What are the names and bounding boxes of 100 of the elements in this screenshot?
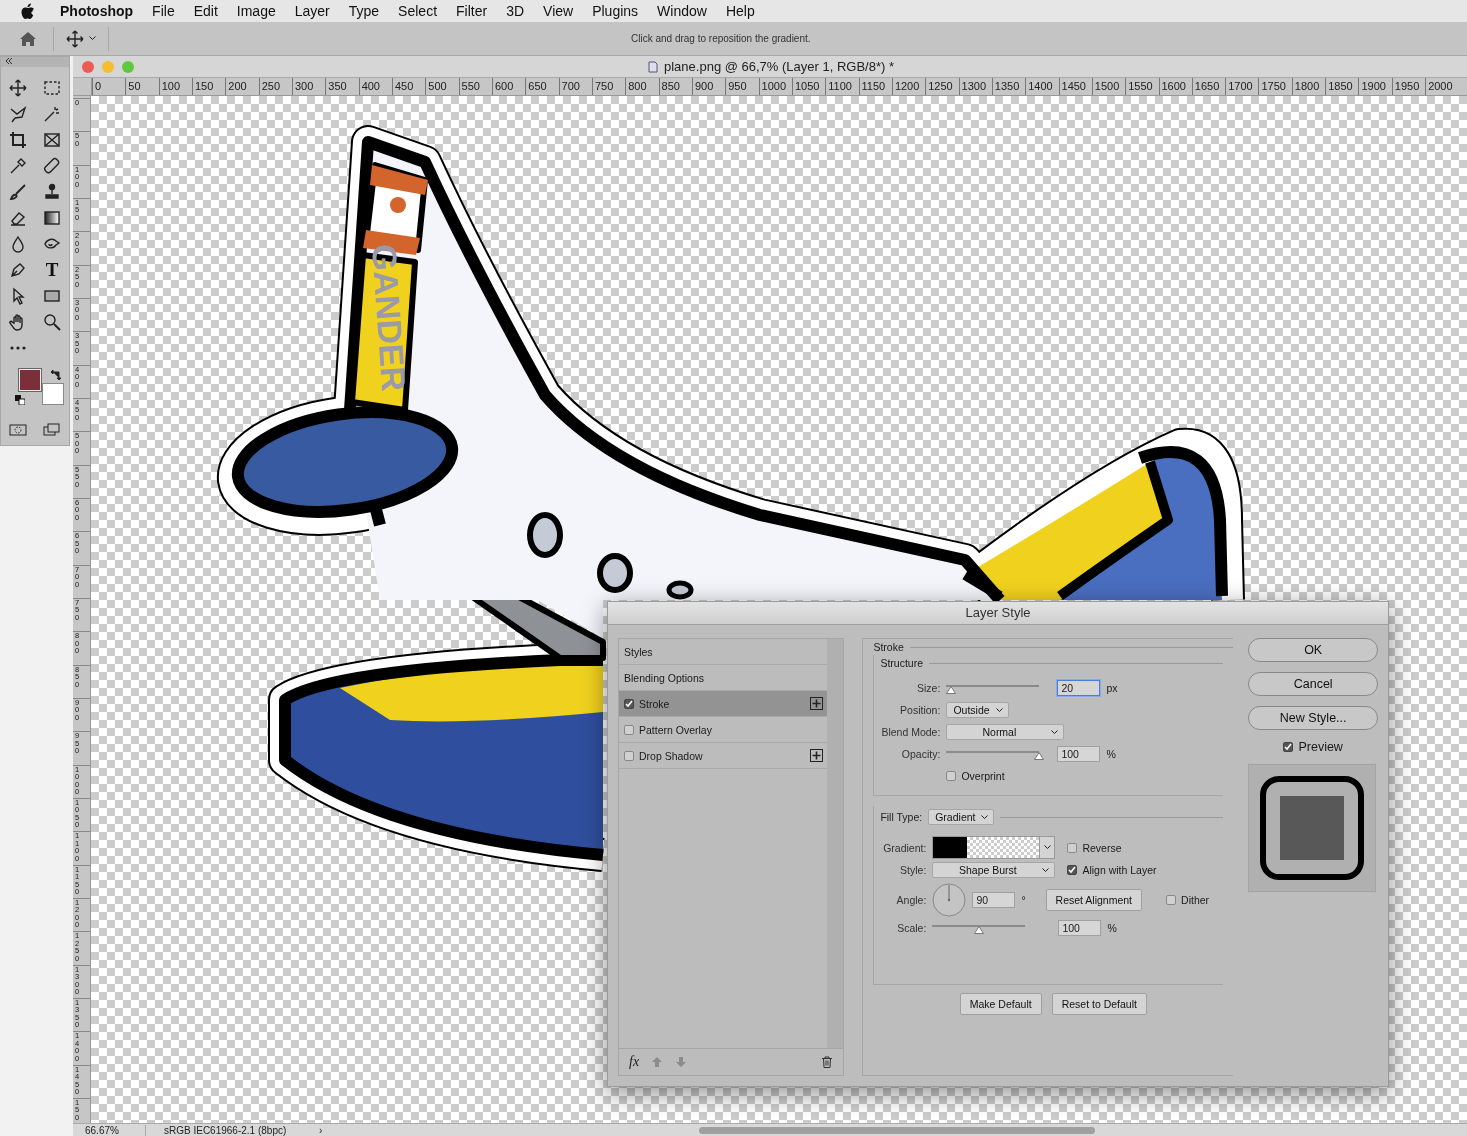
zoom-tool-icon[interactable]	[43, 313, 61, 331]
brush-tool-icon[interactable]	[9, 183, 27, 201]
dialog-button[interactable]: New Style...	[1248, 706, 1378, 730]
ruler-label: 0	[92, 78, 126, 95]
crop-tool-icon[interactable]	[9, 131, 27, 149]
marquee-tool-icon[interactable]	[43, 79, 61, 97]
menu-item[interactable]: Plugins	[592, 3, 639, 19]
ruler-label: 550	[458, 78, 492, 95]
eyedropper-tool-icon[interactable]	[9, 157, 27, 175]
make-default-button[interactable]: Make Default	[959, 993, 1042, 1015]
fill-type-dropdown[interactable]: Gradient	[928, 809, 995, 825]
lasso-tool-icon[interactable]	[9, 105, 27, 123]
ruler-label: 1700	[1225, 78, 1259, 95]
number-field[interactable]: 100	[1058, 920, 1102, 936]
menu-item[interactable]: File	[152, 3, 175, 19]
ruler-label: 950	[725, 78, 759, 95]
number-field[interactable]: 90	[972, 892, 1016, 908]
type-tool-icon[interactable]: T	[45, 261, 59, 279]
slider-thumb[interactable]	[1034, 752, 1045, 760]
menu-item[interactable]: Select	[398, 3, 438, 19]
checkbox[interactable]	[1283, 742, 1294, 752]
gradient-tool-icon[interactable]	[43, 209, 61, 227]
number-field[interactable]: 20	[1057, 680, 1101, 696]
reset-alignment-button[interactable]: Reset Alignment	[1045, 889, 1143, 911]
move-tool-icon[interactable]	[66, 29, 84, 48]
foreground-color-swatch[interactable]	[19, 369, 41, 391]
eraser-tool-icon[interactable]	[9, 209, 27, 227]
wand-tool-icon[interactable]	[43, 105, 61, 123]
ruler-label: 200	[225, 78, 259, 95]
style-dropdown[interactable]: Shape Burst	[932, 862, 1056, 878]
number-field[interactable]: 100	[1057, 746, 1101, 762]
app-menu[interactable]: Photoshop	[60, 3, 134, 19]
menu-item[interactable]: Help	[725, 3, 755, 19]
menu-item[interactable]: Window	[657, 3, 707, 19]
style-list-item[interactable]: Stroke	[619, 691, 828, 717]
field-label: Blend Mode:	[880, 726, 941, 738]
slider[interactable]	[946, 683, 1040, 693]
swap-colors-icon[interactable]	[51, 369, 62, 380]
move-tool-icon[interactable]	[9, 79, 27, 97]
checkbox[interactable]	[1166, 895, 1177, 905]
background-color-swatch[interactable]	[42, 383, 64, 405]
menu-item[interactable]: Layer	[294, 3, 330, 19]
gradient-picker[interactable]	[932, 836, 1056, 859]
trash-icon[interactable]	[821, 1056, 834, 1068]
screen-mode-icon[interactable]	[43, 421, 61, 439]
position-dropdown[interactable]: Outside	[946, 702, 1009, 718]
zoom-level[interactable]: 66.67%	[73, 1124, 145, 1136]
menu-item[interactable]: Image	[236, 3, 276, 19]
apple-logo-icon[interactable]	[20, 2, 35, 20]
bandage-tool-icon[interactable]	[43, 157, 61, 175]
ruler-label: 150	[192, 78, 226, 95]
ruler-label: 1000	[758, 78, 792, 95]
checkbox[interactable]	[624, 724, 634, 735]
menu-item[interactable]: Type	[348, 3, 380, 19]
ruler-label: 1950	[1391, 78, 1426, 95]
fx-menu-button[interactable]: fx	[629, 1054, 640, 1070]
drop-tool-icon[interactable]	[9, 235, 27, 253]
field-label: Scale:	[896, 922, 927, 934]
pen-tool-icon[interactable]	[9, 261, 27, 279]
home-icon[interactable]	[19, 30, 37, 47]
checkbox[interactable]	[946, 771, 957, 781]
collapse-icon[interactable]	[5, 58, 13, 64]
scrollbar-thumb[interactable]	[699, 1126, 1095, 1134]
checkbox[interactable]	[1067, 842, 1078, 853]
ruler-label: 450	[391, 78, 426, 95]
dialog-button[interactable]: OK	[1248, 638, 1378, 662]
add-icon[interactable]	[810, 749, 824, 762]
style-list-item[interactable]: Drop Shadow	[619, 743, 828, 769]
frame-tool-icon[interactable]	[43, 131, 61, 149]
checkbox[interactable]	[1067, 865, 1078, 875]
ruler-label: 350	[325, 78, 359, 95]
dialog-button[interactable]: Cancel	[1248, 672, 1378, 696]
default-colors-icon[interactable]	[15, 395, 25, 405]
menu-item[interactable]: Filter	[456, 3, 488, 19]
dialog-title: Layer Style	[608, 602, 1388, 625]
slider[interactable]	[932, 923, 1026, 933]
quick-mask-icon[interactable]	[9, 421, 27, 439]
style-list-item[interactable]: Pattern Overlay	[619, 717, 828, 743]
menu-item[interactable]: Edit	[193, 3, 218, 19]
unit-label: px	[1106, 682, 1118, 694]
add-icon[interactable]	[810, 697, 824, 710]
menu-item[interactable]: 3D	[506, 3, 525, 19]
ruler-label: 1500	[1091, 78, 1126, 95]
field-label: Size:	[916, 682, 941, 694]
reset-to-default-button[interactable]: Reset to Default	[1051, 993, 1147, 1015]
rect-tool-icon[interactable]	[43, 287, 61, 305]
ruler-label: 100	[158, 78, 192, 95]
ruler-label: 1150	[858, 78, 892, 95]
checkbox[interactable]	[624, 698, 634, 709]
field-label: Opacity:	[900, 748, 941, 760]
stamp-tool-icon[interactable]	[43, 183, 61, 201]
status-menu-arrow[interactable]: ›	[319, 1124, 339, 1136]
ruler-label: 700	[558, 78, 592, 95]
ruler-label: 1200	[891, 78, 926, 95]
chevron-icon	[1051, 729, 1059, 735]
blend-mode-dropdown[interactable]: Normal	[946, 724, 1065, 740]
style-label: Drop Shadow	[639, 749, 703, 762]
menu-item[interactable]: View	[543, 3, 574, 19]
ruler-label: 500	[425, 78, 459, 95]
checkbox[interactable]	[624, 750, 634, 761]
